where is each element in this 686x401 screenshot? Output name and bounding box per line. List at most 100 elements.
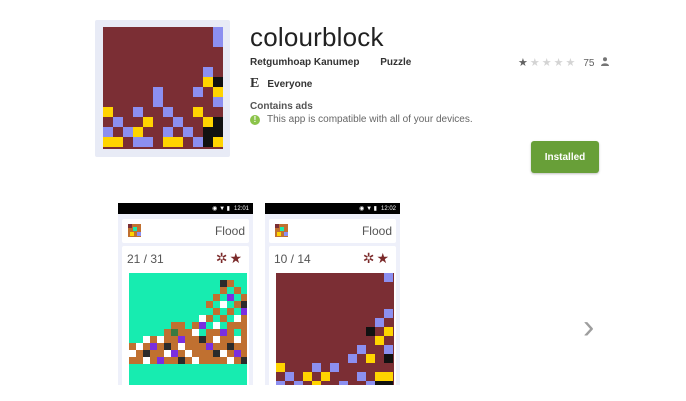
board-cell: [213, 357, 220, 364]
board-cell: [171, 350, 178, 357]
mode-label: Flood: [214, 224, 245, 238]
mode-card: Flood: [122, 219, 249, 243]
game-icons: ✲★: [363, 250, 391, 267]
screenshot-2[interactable]: ◉ ▼ ▮ 12:02 Flood 10 / 14 ✲★: [265, 203, 400, 385]
board-cell: [330, 363, 339, 372]
board-cell: [178, 329, 185, 336]
content-rating-label[interactable]: Everyone: [267, 79, 312, 90]
gear-icon[interactable]: ✲: [216, 250, 230, 266]
ads-notice: Contains ads: [250, 101, 313, 112]
board-cell: [276, 381, 285, 385]
board-cell: [163, 127, 173, 137]
board-cell: [133, 137, 143, 147]
game-icons: ✲★: [216, 250, 244, 267]
board-cell: [213, 322, 220, 329]
board-cell: [213, 97, 223, 107]
board-cell: [220, 343, 227, 350]
board-cell: [220, 301, 227, 308]
board-cell: [241, 350, 247, 357]
board-cell: [384, 273, 393, 282]
board-cell: [220, 357, 227, 364]
rating-row: ★ ★ ★ ★ ★ 75: [518, 57, 609, 69]
board-cell: [113, 117, 123, 127]
developer-link[interactable]: Retgumhoap Kanumep: [250, 57, 359, 68]
board-cell: [173, 117, 183, 127]
board-cell: [220, 350, 227, 357]
board-cell: [185, 357, 192, 364]
board-cell: [178, 322, 185, 329]
board-cell: [199, 336, 206, 343]
board-cell: [193, 107, 203, 117]
board-cell: [171, 336, 178, 343]
board-cell: [193, 87, 203, 97]
board-cell: [213, 77, 223, 87]
board-cell: [150, 343, 157, 350]
star-icon: ★: [518, 56, 528, 69]
board-cell: [183, 127, 193, 137]
board-cell: [375, 381, 384, 385]
board-cell: [375, 336, 384, 345]
board-cell: [213, 137, 223, 147]
board-cell: [143, 336, 150, 343]
board-cell: [185, 350, 192, 357]
board-cell: [206, 301, 213, 308]
board-cell: [199, 343, 206, 350]
status-icons: ◉ ▼ ▮: [359, 206, 377, 212]
installed-button[interactable]: Installed: [531, 141, 599, 173]
board-cell: [192, 343, 199, 350]
board-cell: [241, 294, 247, 301]
board-cell: [157, 357, 164, 364]
board-cell: [241, 329, 247, 336]
board-cell: [203, 67, 213, 77]
board-cell: [220, 336, 227, 343]
board-cell: [213, 329, 220, 336]
board-cell: [153, 97, 163, 107]
board-cell: [234, 343, 241, 350]
board-cell: [241, 301, 247, 308]
board-cell: [103, 137, 113, 147]
board-cell: [150, 336, 157, 343]
board-cell: [199, 315, 206, 322]
board-cell: [220, 280, 227, 287]
board-cell: [375, 318, 384, 327]
board-cell: [133, 107, 143, 117]
board-cell: [366, 381, 375, 385]
board-cell: [206, 357, 213, 364]
compat-row: ! This app is compatible with all of you…: [250, 114, 473, 125]
board-cell: [185, 343, 192, 350]
game-card: 10 / 14 ✲★: [269, 246, 396, 385]
board-cell: [192, 329, 199, 336]
board-cell: [384, 354, 393, 363]
board-cell: [220, 329, 227, 336]
board-cell: [213, 336, 220, 343]
board-cell: [136, 343, 143, 350]
board-cell: [192, 336, 199, 343]
gear-icon[interactable]: ✲: [363, 250, 377, 266]
board-cell: [113, 137, 123, 147]
board-cell: [199, 350, 206, 357]
board-cell: [164, 343, 171, 350]
app-title: colourblock: [250, 22, 384, 52]
category-link[interactable]: Puzzle: [380, 57, 411, 68]
board-cell: [178, 336, 185, 343]
board-cell: [357, 345, 366, 354]
game-board-1: [129, 273, 247, 385]
esrb-icon: E: [250, 76, 260, 91]
board-cell: [171, 357, 178, 364]
chevron-right-icon[interactable]: ›: [583, 308, 594, 347]
board-cell: [185, 329, 192, 336]
star-icon[interactable]: ★: [229, 250, 244, 266]
board-cell: [348, 354, 357, 363]
board-cell: [227, 357, 234, 364]
board-cell: [234, 301, 241, 308]
star-icon[interactable]: ★: [376, 250, 391, 266]
board-cell: [129, 350, 136, 357]
score-label: 21 / 31: [127, 252, 164, 266]
board-cell: [143, 343, 150, 350]
board-cell: [375, 372, 384, 381]
compat-notice: This app is compatible with all of your …: [267, 114, 473, 125]
app-icon: [95, 20, 230, 157]
screenshot-1[interactable]: ◉ ▼ ▮ 12:01 Flood 21 / 31 ✲★: [118, 203, 253, 385]
score-label: 10 / 14: [274, 252, 311, 266]
board-cell: [384, 381, 393, 385]
